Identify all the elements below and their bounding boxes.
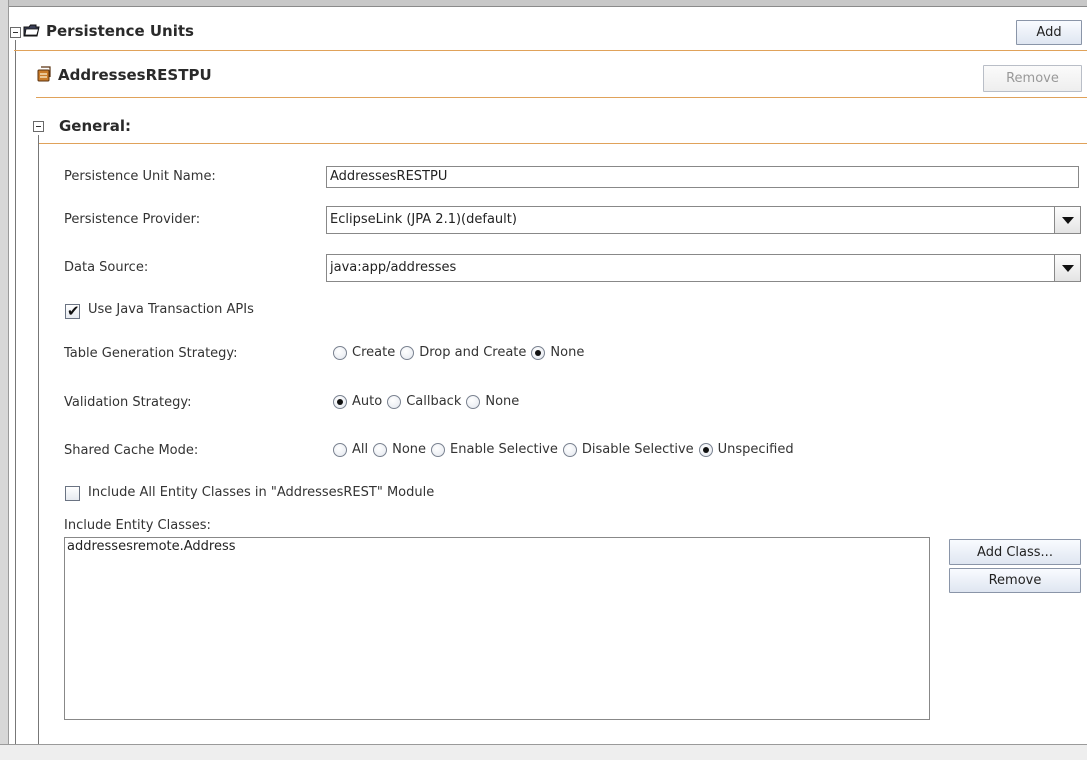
radio-label: None bbox=[485, 394, 520, 409]
radio-label: Callback bbox=[406, 394, 462, 409]
datasource-select[interactable]: java:app/addresses bbox=[326, 254, 1081, 282]
jta-checkbox[interactable]: ✔ bbox=[65, 302, 80, 320]
cache-option-disable-selective[interactable]: Disable Selective bbox=[562, 442, 694, 457]
left-border bbox=[0, 0, 9, 760]
cache-option-unspecified[interactable]: Unspecified bbox=[698, 442, 794, 457]
table-gen-option-drop-and-create[interactable]: Drop and Create bbox=[400, 345, 526, 360]
validation-option-none[interactable]: None bbox=[466, 394, 519, 409]
radio-icon bbox=[387, 394, 402, 409]
radio-icon bbox=[400, 345, 415, 360]
cache-option-all[interactable]: All bbox=[333, 442, 368, 457]
cache-mode-radio-group: All None Enable Selective Disable Select… bbox=[333, 442, 799, 457]
chevron-down-icon[interactable] bbox=[1054, 207, 1080, 233]
jta-label: Use Java Transaction APIs bbox=[88, 302, 254, 317]
validation-label: Validation Strategy: bbox=[64, 395, 192, 410]
check-icon: ✔ bbox=[67, 302, 80, 320]
radio-label: Enable Selective bbox=[450, 442, 558, 457]
radio-label: Drop and Create bbox=[419, 345, 527, 360]
top-border-line bbox=[0, 6, 1087, 7]
radio-label: Unspecified bbox=[717, 442, 794, 457]
radio-label: Auto bbox=[352, 394, 383, 409]
persistence-editor: Persistence Units Add AddressesRESTPU Re… bbox=[0, 0, 1087, 760]
folder-icon bbox=[23, 23, 40, 42]
unit-name-label: Persistence Unit Name: bbox=[64, 169, 216, 184]
radio-label: None bbox=[550, 345, 585, 360]
radio-icon bbox=[333, 442, 347, 457]
entity-classes-label: Include Entity Classes: bbox=[64, 518, 211, 533]
general-collapse-icon[interactable] bbox=[33, 121, 44, 132]
remove-persistence-unit-button[interactable]: Remove bbox=[983, 65, 1082, 92]
radio-icon bbox=[466, 394, 481, 409]
radio-label: None bbox=[392, 442, 427, 457]
persistence-units-title: Persistence Units bbox=[46, 22, 194, 40]
bottom-border bbox=[0, 744, 1087, 760]
persistence-unit-icon bbox=[37, 66, 52, 86]
radio-label: Disable Selective bbox=[581, 442, 694, 457]
validation-radio-group: Auto Callback None bbox=[333, 394, 524, 409]
radio-icon bbox=[562, 442, 577, 457]
radio-label: All bbox=[352, 442, 369, 457]
general-section-title: General: bbox=[59, 117, 131, 135]
provider-value: EclipseLink (JPA 2.1)(default) bbox=[330, 212, 517, 227]
general-divider bbox=[39, 143, 1087, 144]
cache-option-none[interactable]: None bbox=[373, 442, 426, 457]
include-all-checkbox[interactable] bbox=[65, 486, 80, 501]
tree-line-inner bbox=[38, 135, 39, 744]
remove-class-button[interactable]: Remove bbox=[949, 568, 1081, 593]
provider-label: Persistence Provider: bbox=[64, 212, 201, 227]
datasource-value: java:app/addresses bbox=[330, 260, 457, 275]
persistence-unit-name: AddressesRESTPU bbox=[58, 66, 212, 84]
list-item[interactable]: addressesremote.Address bbox=[65, 538, 929, 555]
entity-classes-list[interactable]: addressesremote.Address bbox=[64, 537, 930, 720]
radio-selected-icon bbox=[698, 442, 713, 457]
unit-name-field[interactable]: AddressesRESTPU bbox=[326, 166, 1079, 188]
radio-selected-icon bbox=[531, 345, 546, 360]
persistence-units-divider bbox=[14, 50, 1087, 51]
add-persistence-unit-button[interactable]: Add bbox=[1016, 20, 1082, 45]
datasource-label: Data Source: bbox=[64, 260, 149, 275]
table-gen-radio-group: Create Drop and Create None bbox=[333, 345, 589, 360]
validation-option-auto[interactable]: Auto bbox=[333, 394, 382, 409]
chevron-down-icon[interactable] bbox=[1054, 255, 1080, 281]
table-gen-label: Table Generation Strategy: bbox=[64, 346, 238, 361]
cache-mode-label: Shared Cache Mode: bbox=[64, 443, 199, 458]
add-class-button[interactable]: Add Class... bbox=[949, 539, 1081, 565]
radio-icon bbox=[333, 345, 347, 360]
tree-line-outer bbox=[15, 40, 16, 744]
unit-divider bbox=[36, 97, 1087, 98]
radio-label: Create bbox=[352, 345, 396, 360]
cache-option-enable-selective[interactable]: Enable Selective bbox=[431, 442, 558, 457]
radio-icon bbox=[373, 442, 388, 457]
persistence-units-collapse-icon[interactable] bbox=[10, 27, 21, 38]
validation-option-callback[interactable]: Callback bbox=[387, 394, 461, 409]
radio-icon bbox=[431, 442, 446, 457]
include-all-label: Include All Entity Classes in "Addresses… bbox=[88, 485, 435, 500]
radio-selected-icon bbox=[333, 394, 347, 409]
provider-select[interactable]: EclipseLink (JPA 2.1)(default) bbox=[326, 206, 1081, 234]
table-gen-option-create[interactable]: Create bbox=[333, 345, 395, 360]
table-gen-option-none[interactable]: None bbox=[531, 345, 584, 360]
